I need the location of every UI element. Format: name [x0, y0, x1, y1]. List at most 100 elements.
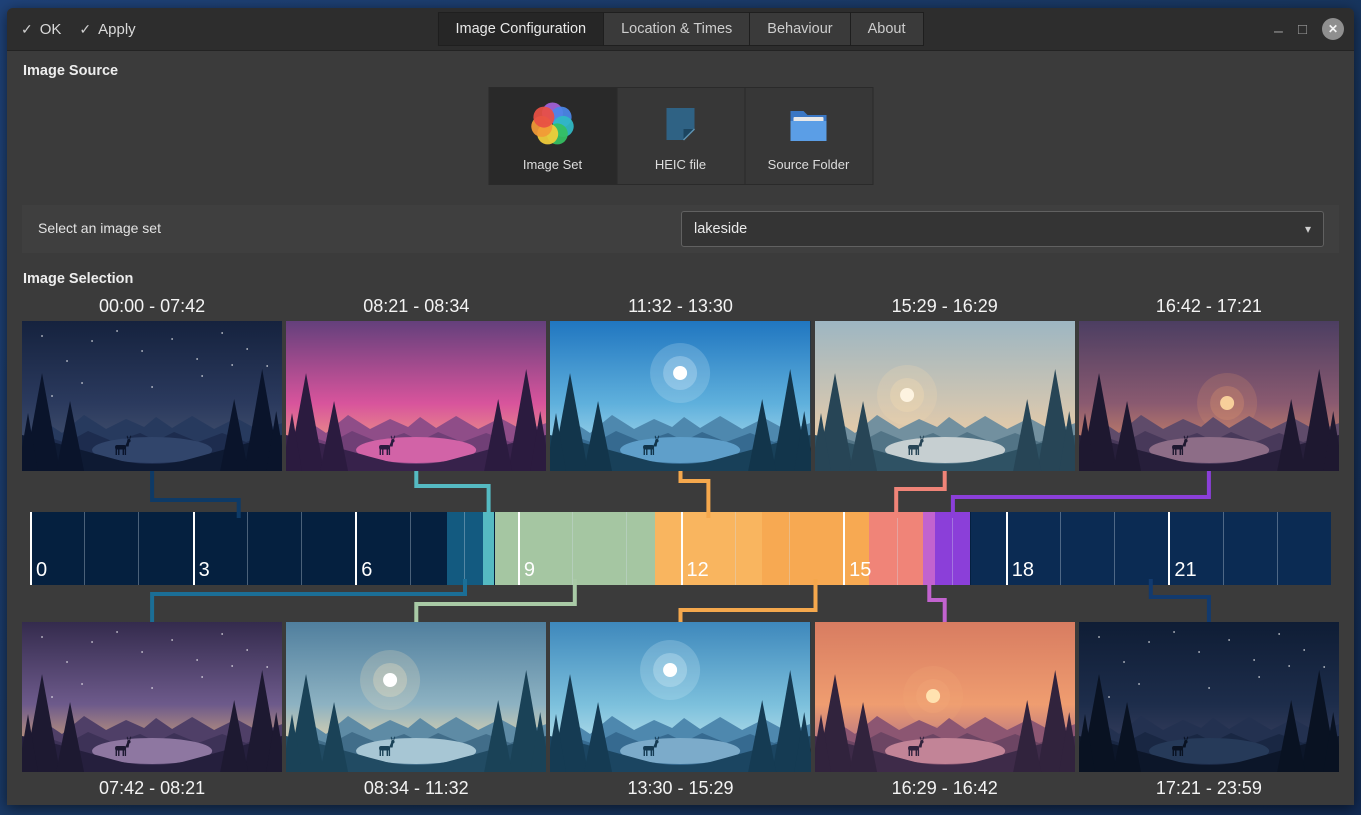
minimize-icon[interactable]: – — [1274, 24, 1283, 40]
connector-bottom-2 — [416, 579, 575, 622]
time-label-bottom-4: 16:29 - 16:42 — [815, 778, 1075, 799]
timeline-hour-line-0 — [30, 512, 32, 585]
timeline-hour-line-7 — [410, 512, 411, 585]
top-thumbnail-row — [22, 321, 1339, 471]
lakeside-scene — [1079, 321, 1339, 471]
timeline-hour-line-2 — [138, 512, 139, 585]
thumbnail-bottom-5[interactable] — [1079, 622, 1339, 772]
thumbnail-top-1[interactable] — [22, 321, 282, 471]
timeline-hour-label-9: 9 — [524, 559, 535, 582]
connector-top-1 — [152, 471, 239, 518]
connector-bottom-5 — [1151, 579, 1209, 622]
timeline-hour-line-17 — [952, 512, 953, 585]
timeline-hour-line-10 — [572, 512, 573, 585]
timeline-hour-line-23 — [1277, 512, 1278, 585]
timeline-hour-label-12: 12 — [687, 559, 709, 582]
thumbnail-bottom-2[interactable] — [286, 622, 546, 772]
timeline-hour-label-0: 0 — [36, 559, 47, 582]
source-option-label: Image Set — [523, 157, 582, 172]
lakeside-scene — [550, 321, 810, 471]
thumbnail-bottom-4[interactable] — [815, 622, 1075, 772]
source-folder-icon — [785, 100, 833, 148]
maximize-icon[interactable]: □ — [1298, 22, 1307, 37]
connector-top-3 — [681, 471, 709, 518]
tab-image-configuration[interactable]: Image Configuration — [437, 12, 604, 46]
timeline-hour-line-6 — [355, 512, 357, 585]
titlebar: ✓ OK ✓ Apply Image ConfigurationLocation… — [7, 8, 1354, 51]
timeline-hour-line-16 — [897, 512, 898, 585]
timeline-segment-top-2 — [483, 512, 495, 585]
timeline-segment-top-4 — [869, 512, 923, 585]
connector-top-4 — [896, 471, 945, 518]
image-source-section-title: Image Source — [23, 63, 118, 79]
timeline-hour-line-12 — [681, 512, 683, 585]
thumbnail-bottom-3[interactable] — [550, 622, 810, 772]
timeline-hour-line-1 — [84, 512, 85, 585]
apply-button[interactable]: ✓ Apply — [79, 21, 135, 38]
time-label-bottom-1: 07:42 - 08:21 — [22, 778, 282, 799]
timeline-segment-top-1 — [30, 512, 447, 585]
timeline-hour-label-15: 15 — [849, 559, 871, 582]
tab-about[interactable]: About — [851, 12, 924, 46]
timeline-hour-label-6: 6 — [361, 559, 372, 582]
check-icon: ✓ — [79, 21, 91, 38]
ok-button-label: OK — [40, 21, 62, 38]
lakeside-scene — [550, 622, 810, 772]
close-icon[interactable]: ✕ — [1322, 18, 1344, 40]
image-set-select-row: Select an image set lakeside ▾ — [22, 205, 1339, 253]
bottom-time-labels: 07:42 - 08:2108:34 - 11:3213:30 - 15:291… — [22, 778, 1339, 799]
thumbnail-top-2[interactable] — [286, 321, 546, 471]
lakeside-scene — [286, 622, 546, 772]
timeline-hour-line-20 — [1114, 512, 1115, 585]
timeline-hour-line-4 — [247, 512, 248, 585]
image-set-pinwheel-icon — [529, 100, 577, 148]
heic-file-icon — [657, 100, 705, 148]
tab-behaviour[interactable]: Behaviour — [750, 12, 850, 46]
image-selection-section-title: Image Selection — [23, 271, 133, 287]
day-timeline: 0 3 6 9 12 15 18 21 — [30, 512, 1331, 585]
source-option-image-set[interactable]: Image Set — [488, 87, 617, 185]
timeline-segment-bottom-1 — [447, 512, 482, 585]
chevron-down-icon: ▾ — [1305, 222, 1311, 236]
source-option-label: Source Folder — [768, 157, 850, 172]
time-label-top-5: 16:42 - 17:21 — [1079, 296, 1339, 317]
timeline-segment-top-5 — [935, 512, 970, 585]
thumbnail-top-5[interactable] — [1079, 321, 1339, 471]
thumbnail-top-3[interactable] — [550, 321, 810, 471]
time-label-top-4: 15:29 - 16:29 — [815, 296, 1075, 317]
timeline-hour-line-9 — [518, 512, 520, 585]
ok-button[interactable]: ✓ OK — [21, 21, 61, 38]
timeline-hour-line-15 — [843, 512, 845, 585]
timeline-hour-line-22 — [1223, 512, 1224, 585]
lakeside-scene — [1079, 622, 1339, 772]
timeline-hour-label-18: 18 — [1012, 559, 1034, 582]
timeline-hour-label-21: 21 — [1174, 559, 1196, 582]
source-type-options: Image Set HEIC file Source Folder — [488, 87, 873, 185]
tab-location-times[interactable]: Location & Times — [604, 12, 750, 46]
apply-button-label: Apply — [98, 21, 136, 38]
timeline-hour-line-3 — [193, 512, 195, 585]
time-label-top-1: 00:00 - 07:42 — [22, 296, 282, 317]
source-option-source-folder[interactable]: Source Folder — [745, 87, 873, 185]
timeline-hour-line-18 — [1006, 512, 1008, 585]
source-option-heic-file[interactable]: HEIC file — [617, 87, 745, 185]
image-set-dropdown[interactable]: lakeside ▾ — [681, 211, 1324, 247]
timeline-hour-line-13 — [735, 512, 736, 585]
thumbnail-bottom-1[interactable] — [22, 622, 282, 772]
select-image-set-label: Select an image set — [38, 220, 161, 236]
lakeside-scene — [815, 622, 1075, 772]
thumbnail-top-4[interactable] — [815, 321, 1075, 471]
connector-bottom-1 — [152, 579, 465, 622]
time-label-bottom-3: 13:30 - 15:29 — [550, 778, 810, 799]
app-window: ✓ OK ✓ Apply Image ConfigurationLocation… — [7, 8, 1354, 805]
bottom-thumbnail-row — [22, 622, 1339, 772]
time-label-top-3: 11:32 - 13:30 — [550, 296, 810, 317]
timeline-hour-label-3: 3 — [199, 559, 210, 582]
timeline-hour-line-19 — [1060, 512, 1061, 585]
timeline-segment-bottom-4 — [923, 512, 935, 585]
tab-bar: Image ConfigurationLocation & TimesBehav… — [437, 12, 923, 46]
top-time-labels: 00:00 - 07:4208:21 - 08:3411:32 - 13:301… — [22, 296, 1339, 317]
connector-top-5 — [953, 471, 1209, 518]
check-icon: ✓ — [21, 21, 33, 38]
time-label-top-2: 08:21 - 08:34 — [286, 296, 546, 317]
